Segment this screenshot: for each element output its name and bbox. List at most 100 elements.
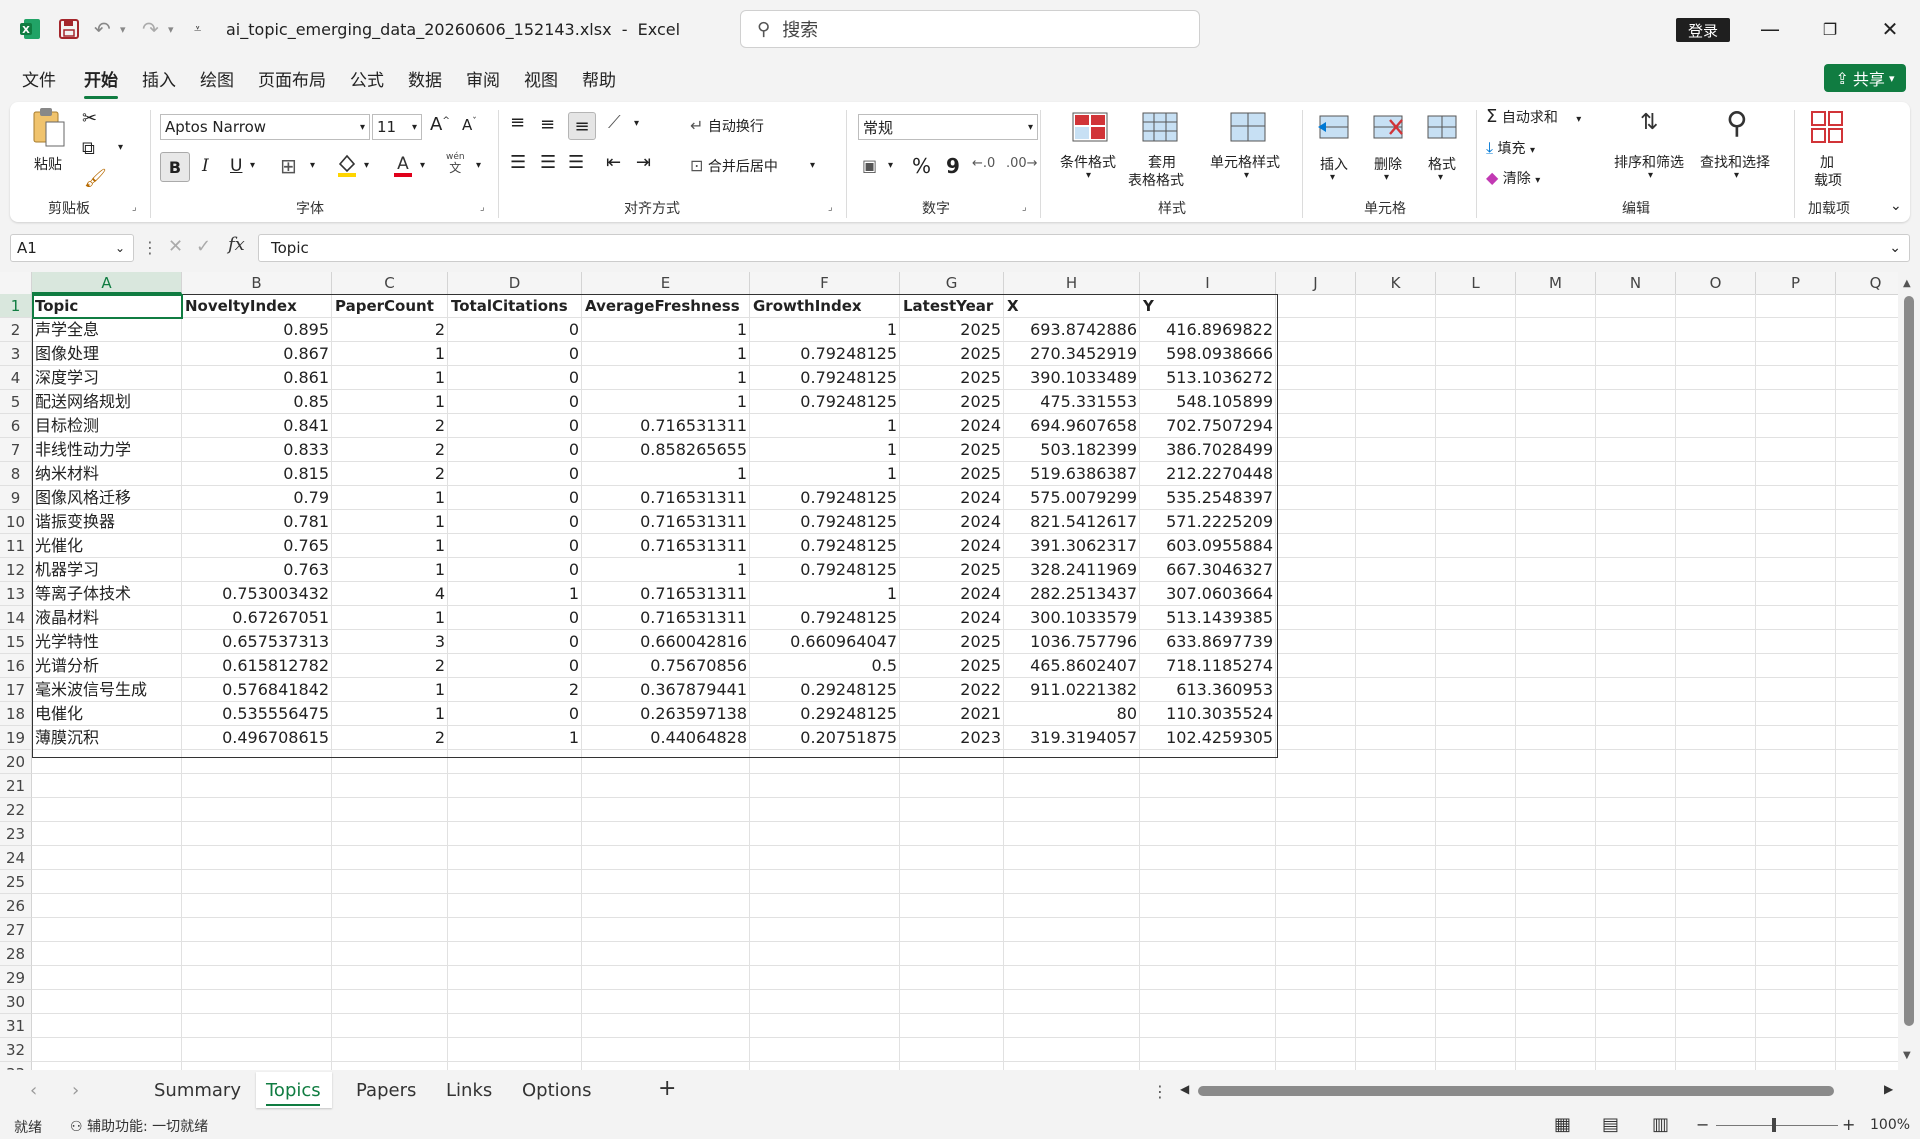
table-cell[interactable]: 0.660964047 (750, 630, 900, 654)
underline-button[interactable]: U (230, 156, 242, 176)
table-cell[interactable]: 503.182399 (1004, 438, 1140, 462)
table-cell[interactable]: 0.660042816 (582, 630, 750, 654)
row-header[interactable]: 6 (0, 414, 32, 438)
italic-button[interactable]: I (202, 156, 209, 176)
format-cells-button[interactable]: 格式 ▾ (1418, 106, 1468, 186)
table-header-cell[interactable]: GrowthIndex (750, 294, 900, 318)
table-cell[interactable]: 575.0079299 (1004, 486, 1140, 510)
sheet-tab-options[interactable]: Options (522, 1080, 591, 1101)
table-cell[interactable]: 0.858265655 (582, 438, 750, 462)
accessibility-status[interactable]: ⚇ 辅助功能: 一切就绪 (70, 1116, 208, 1136)
table-cell[interactable]: 911.0221382 (1004, 678, 1140, 702)
table-cell[interactable]: 0.79248125 (750, 342, 900, 366)
row-header[interactable]: 16 (0, 654, 32, 678)
table-header-cell[interactable]: X (1004, 294, 1140, 318)
table-cell[interactable]: 0.615812782 (182, 654, 332, 678)
table-cell[interactable]: 0 (448, 630, 582, 654)
table-cell[interactable]: 0 (448, 654, 582, 678)
table-cell[interactable]: 270.3452919 (1004, 342, 1140, 366)
table-cell[interactable]: 2024 (900, 534, 1004, 558)
table-cell[interactable]: 0.576841842 (182, 678, 332, 702)
orientation-icon[interactable]: ⟋ (608, 112, 621, 133)
table-cell[interactable]: 282.2513437 (1004, 582, 1140, 606)
addins-button[interactable]: 加 载项 (1802, 106, 1852, 190)
table-cell[interactable]: 2024 (900, 510, 1004, 534)
cut-icon[interactable]: ✂ (82, 108, 97, 129)
row-header[interactable]: 23 (0, 822, 32, 846)
table-cell[interactable]: 3 (332, 630, 448, 654)
scroll-up-icon[interactable]: ▲ (1903, 278, 1911, 289)
topic-cell[interactable]: 图像处理 (32, 342, 182, 366)
table-cell[interactable]: 2 (332, 726, 448, 750)
more-options-icon[interactable]: ⋮ (142, 238, 158, 257)
table-cell[interactable]: 102.4259305 (1140, 726, 1276, 750)
table-cell[interactable]: 667.3046327 (1140, 558, 1276, 582)
table-cell[interactable]: 0.79 (182, 486, 332, 510)
table-cell[interactable]: 0.79248125 (750, 486, 900, 510)
fill-button[interactable]: ⤓ 填充 ▾ (1486, 138, 1535, 158)
close-icon[interactable]: ✕ (1870, 12, 1910, 46)
table-cell[interactable]: 0.895 (182, 318, 332, 342)
copy-dropdown-icon[interactable]: ▾ (118, 142, 123, 153)
column-header[interactable]: E (582, 272, 750, 294)
table-cell[interactable]: 603.0955884 (1140, 534, 1276, 558)
table-cell[interactable]: 1036.757796 (1004, 630, 1140, 654)
grow-font-icon[interactable]: A^ (430, 114, 450, 135)
table-cell[interactable]: 2024 (900, 414, 1004, 438)
table-cell[interactable]: 1 (582, 342, 750, 366)
row-header[interactable]: 2 (0, 318, 32, 342)
column-header[interactable]: B (182, 272, 332, 294)
table-cell[interactable]: 1 (332, 558, 448, 582)
login-button[interactable]: 登录 (1676, 18, 1730, 42)
tab-options-icon[interactable]: ⋮ (1152, 1082, 1168, 1101)
topic-cell[interactable]: 非线性动力学 (32, 438, 182, 462)
worksheet-grid[interactable]: ABCDEFGHIJKLMNOPQ 1 2 3 4 5 6 7 8 9 10 11 12 13 14 15 1… (0, 272, 1898, 1070)
table-cell[interactable]: 1 (332, 606, 448, 630)
enter-icon[interactable]: ✓ (196, 236, 211, 257)
topic-cell[interactable]: 光催化 (32, 534, 182, 558)
table-cell[interactable]: 535.2548397 (1140, 486, 1276, 510)
select-all-corner[interactable] (0, 272, 32, 294)
tab-home[interactable]: 开始 (84, 66, 118, 99)
page-break-view-icon[interactable]: ▥ (1652, 1114, 1669, 1135)
number-launcher-icon[interactable]: ⌟ (1022, 202, 1027, 213)
tab-page-layout[interactable]: 页面布局 (258, 66, 326, 91)
format-as-table-button[interactable]: 套用 表格格式 (1116, 106, 1200, 190)
collapse-ribbon-icon[interactable]: ⌄ (1890, 198, 1902, 214)
row-header[interactable]: 15 (0, 630, 32, 654)
row-header[interactable]: 22 (0, 798, 32, 822)
table-cell[interactable]: 2025 (900, 438, 1004, 462)
number-format-select[interactable]: 常规 ▾ (858, 114, 1038, 140)
table-cell[interactable]: 2025 (900, 654, 1004, 678)
vertical-scroll-thumb[interactable] (1904, 296, 1914, 1026)
table-cell[interactable]: 465.8602407 (1004, 654, 1140, 678)
topic-cell[interactable]: 电催化 (32, 702, 182, 726)
table-cell[interactable]: 319.3194057 (1004, 726, 1140, 750)
tab-data[interactable]: 数据 (408, 66, 442, 91)
share-button[interactable]: ⇪ 共享 ▾ (1824, 64, 1906, 92)
row-header[interactable]: 31 (0, 1014, 32, 1038)
table-cell[interactable]: 0 (448, 366, 582, 390)
row-header[interactable]: 11 (0, 534, 32, 558)
zoom-slider-thumb[interactable] (1772, 1118, 1776, 1132)
table-cell[interactable]: 0 (448, 558, 582, 582)
tab-insert[interactable]: 插入 (142, 66, 176, 91)
table-cell[interactable]: 821.5412617 (1004, 510, 1140, 534)
table-cell[interactable]: 2 (332, 654, 448, 678)
table-cell[interactable]: 0.67267051 (182, 606, 332, 630)
table-cell[interactable]: 2025 (900, 366, 1004, 390)
table-cell[interactable]: 0 (448, 486, 582, 510)
table-cell[interactable]: 2025 (900, 558, 1004, 582)
hscroll-left-icon[interactable]: ◀ (1180, 1082, 1189, 1096)
table-cell[interactable]: 0.765 (182, 534, 332, 558)
topic-cell[interactable]: 谐振变换器 (32, 510, 182, 534)
scroll-tabs-right-icon[interactable]: › (72, 1080, 79, 1101)
table-cell[interactable]: 2024 (900, 606, 1004, 630)
font-color-dropdown-icon[interactable]: ▾ (420, 160, 425, 171)
increase-decimal-icon[interactable]: ←.0 (972, 156, 995, 171)
table-cell[interactable]: 0 (448, 438, 582, 462)
table-cell[interactable]: 0 (448, 606, 582, 630)
table-cell[interactable]: 1 (332, 510, 448, 534)
save-icon[interactable] (58, 0, 80, 58)
fill-color-icon[interactable] (336, 152, 358, 182)
